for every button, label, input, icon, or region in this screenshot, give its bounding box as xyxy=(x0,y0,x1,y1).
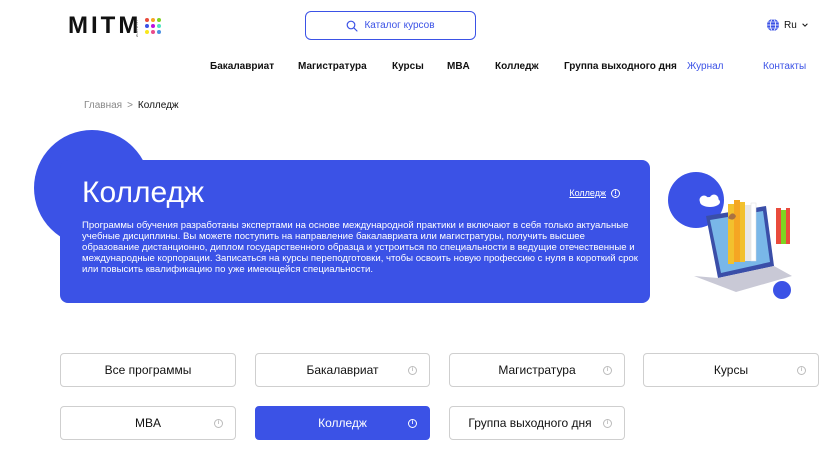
nav-item-journal[interactable]: Журнал xyxy=(687,61,724,72)
filter-label: Бакалавриат xyxy=(306,363,379,377)
nav-item-college[interactable]: Колледж xyxy=(495,61,539,72)
search-icon xyxy=(347,20,359,32)
breadcrumb: Главная > Колледж xyxy=(84,100,179,111)
globe-icon xyxy=(767,18,779,32)
nav-item-courses[interactable]: Курсы xyxy=(392,61,424,72)
filter-master[interactable]: Магистратура i xyxy=(449,353,625,387)
filter-label: Группа выходного дня xyxy=(468,416,592,430)
language-label: Ru xyxy=(784,19,797,31)
breadcrumb-current: Колледж xyxy=(137,100,179,111)
hero-info-link-label: Колледж xyxy=(569,188,606,198)
info-icon: i xyxy=(611,188,620,198)
chevron-down-icon xyxy=(802,23,808,27)
logo-text: MITM xyxy=(68,12,142,39)
nav-item-bachelor[interactable]: Бакалавриат xyxy=(210,61,274,72)
main-nav: Бакалавриат Магистратура Курсы MBA Колле… xyxy=(0,61,832,75)
filter-college[interactable]: Колледж i xyxy=(255,406,430,440)
filter-label: Магистратура xyxy=(498,363,576,377)
logo-subtitle: ИНСТИТУТ xyxy=(135,19,140,37)
info-icon[interactable]: i xyxy=(797,366,806,375)
logo-dots-icon xyxy=(145,18,162,34)
filter-all-programs[interactable]: Все программы xyxy=(60,353,236,387)
filter-label: Курсы xyxy=(713,363,749,377)
nav-item-contacts[interactable]: Контакты xyxy=(763,61,806,72)
catalog-search-button[interactable]: Каталог курсов xyxy=(305,11,476,40)
nav-item-weekend-group[interactable]: Группа выходного дня xyxy=(564,61,677,72)
hero-info-link[interactable]: Колледж i xyxy=(569,188,620,198)
info-icon[interactable]: i xyxy=(408,419,417,428)
catalog-search-label: Каталог курсов xyxy=(364,20,435,31)
hero-card: Колледж Колледж i Программы обучения раз… xyxy=(60,160,650,303)
info-icon[interactable]: i xyxy=(408,366,417,375)
filter-courses[interactable]: Курсы i xyxy=(643,353,819,387)
filter-label: Все программы xyxy=(104,363,192,377)
nav-item-master[interactable]: Магистратура xyxy=(298,61,367,72)
hero-description: Программы обучения разработаны экспертам… xyxy=(82,220,638,275)
filter-weekend-group[interactable]: Группа выходного дня i xyxy=(449,406,625,440)
filter-label: MBA xyxy=(134,416,161,430)
info-icon[interactable]: i xyxy=(214,419,223,428)
nav-item-mba[interactable]: MBA xyxy=(447,61,470,72)
laptop-books-illustration xyxy=(668,172,792,299)
page-title: Колледж xyxy=(82,176,205,209)
filter-label: Колледж xyxy=(318,416,367,430)
filter-mba[interactable]: MBA i xyxy=(60,406,236,440)
breadcrumb-separator: > xyxy=(127,100,133,111)
breadcrumb-home[interactable]: Главная xyxy=(84,100,122,111)
info-icon[interactable]: i xyxy=(603,366,612,375)
info-icon[interactable]: i xyxy=(603,419,612,428)
filter-bachelor[interactable]: Бакалавриат i xyxy=(255,353,430,387)
logo[interactable]: MITM ИНСТИТУТ xyxy=(68,12,162,39)
language-selector[interactable]: Ru xyxy=(766,18,809,32)
